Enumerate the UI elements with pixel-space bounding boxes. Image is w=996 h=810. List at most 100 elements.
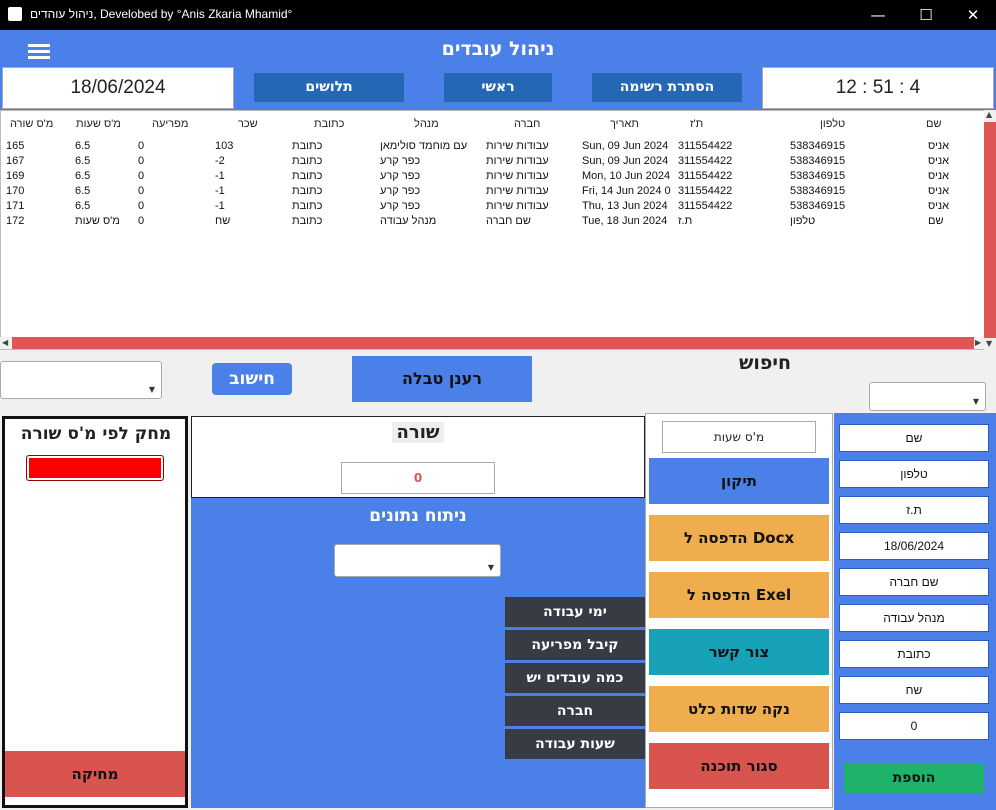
chevron-down-icon: ▼ bbox=[487, 563, 494, 572]
table-cell: 311554422 bbox=[678, 200, 733, 212]
table-column-header[interactable]: ת'ז bbox=[690, 118, 703, 130]
table-cell: 538346915 bbox=[790, 185, 846, 197]
table-cell: מ'ס שעות bbox=[75, 215, 120, 227]
manager-field[interactable]: מנהל עבודה bbox=[837, 602, 991, 634]
close-icon[interactable]: ✕ bbox=[950, 0, 996, 30]
table-cell: 538346915 bbox=[790, 140, 846, 152]
table-cell: Sun, 09 Jun 2024 bbox=[582, 140, 669, 152]
print-docx-button[interactable]: הדפסה ל Docx bbox=[649, 515, 829, 561]
company-button[interactable]: חברה bbox=[505, 696, 645, 726]
table-cell: 311554422 bbox=[678, 170, 733, 182]
table-cell: ת.ז bbox=[678, 215, 693, 227]
date-field[interactable]: 18/06/2024 bbox=[837, 530, 991, 562]
table-cell: אניס bbox=[928, 170, 950, 182]
table-cell: שח bbox=[215, 215, 231, 227]
fix-button[interactable]: תיקון bbox=[649, 458, 829, 504]
row-number-input[interactable]: 0 bbox=[341, 462, 495, 494]
delete-row-input[interactable] bbox=[26, 455, 164, 481]
scroll-down-icon[interactable]: ▼ bbox=[986, 339, 992, 348]
company-field[interactable]: שם חברה bbox=[837, 566, 991, 598]
table-cell: כתובת bbox=[292, 185, 323, 197]
table-cell: -1 bbox=[215, 200, 225, 212]
table-column-header[interactable]: שם bbox=[926, 118, 942, 130]
delete-panel-title: מחק לפי מ'ס שורה bbox=[20, 424, 172, 444]
clear-fields-button[interactable]: נקה שדות כלט bbox=[649, 686, 829, 732]
vertical-scroll-thumb[interactable] bbox=[984, 122, 996, 338]
table-cell: 172 bbox=[6, 215, 25, 227]
table-column-header[interactable]: שכר bbox=[238, 118, 258, 130]
table-cell: כתובת bbox=[292, 200, 323, 212]
analysis-title: ניתוח נתונים bbox=[369, 506, 467, 526]
payslips-button[interactable]: תלושים bbox=[254, 73, 404, 102]
scroll-left-icon[interactable]: ◀ bbox=[2, 338, 8, 347]
scroll-up-icon[interactable]: ▲ bbox=[986, 110, 992, 119]
calculate-button[interactable]: חישוב bbox=[212, 363, 292, 395]
table-cell: עבודות שירות bbox=[486, 155, 549, 167]
address-field[interactable]: כתובת bbox=[837, 638, 991, 670]
table-cell: 0 bbox=[138, 170, 145, 182]
table-cell: 6.5 bbox=[75, 185, 91, 197]
close-app-button[interactable]: סגור תוכנה bbox=[649, 743, 829, 789]
search-select[interactable]: ▼ bbox=[869, 382, 986, 411]
minimize-icon[interactable]: — bbox=[855, 0, 901, 30]
row-label: שורה bbox=[392, 422, 444, 443]
table-cell: כפר קרע bbox=[380, 155, 421, 167]
calc-select[interactable]: ▼ bbox=[0, 361, 162, 399]
current-date: 18/06/2024 bbox=[2, 67, 234, 109]
table-column-header[interactable]: מנהל bbox=[414, 118, 439, 130]
analysis-select[interactable]: ▼ bbox=[334, 544, 501, 577]
table-cell: 0 bbox=[138, 155, 145, 167]
table-cell: אניס bbox=[928, 200, 950, 212]
table-cell: 0 bbox=[138, 215, 145, 227]
table-cell: טלפון bbox=[790, 215, 816, 227]
table-cell: 538346915 bbox=[790, 155, 846, 167]
table-cell: 0 bbox=[138, 185, 145, 197]
work-hours-button[interactable]: שעות עבודה bbox=[505, 729, 645, 759]
table-cell: כתובת bbox=[292, 140, 323, 152]
hide-list-button[interactable]: הסתרת רשימה bbox=[592, 73, 742, 102]
table-column-header[interactable]: מפריעה bbox=[152, 118, 188, 130]
search-label: חיפוש bbox=[738, 352, 792, 374]
table-cell: 169 bbox=[6, 170, 25, 182]
table-cell: Sun, 09 Jun 2024 bbox=[582, 155, 669, 167]
delete-button[interactable]: מחיקה bbox=[5, 751, 185, 797]
app-icon bbox=[8, 7, 22, 21]
table-cell: 311554422 bbox=[678, 155, 733, 167]
scroll-right-icon[interactable]: ▶ bbox=[975, 338, 981, 347]
vertical-scrollbar[interactable]: ▲ ▼ bbox=[984, 110, 996, 350]
bonus-field[interactable]: 0 bbox=[837, 710, 991, 742]
maximize-icon[interactable]: ☐ bbox=[903, 0, 949, 30]
table-column-header[interactable]: מ'ס שורה bbox=[10, 118, 53, 130]
chevron-down-icon: ▼ bbox=[972, 397, 979, 406]
table-column-header[interactable]: כתובת bbox=[314, 118, 344, 130]
contact-button[interactable]: צור קשר bbox=[649, 629, 829, 675]
home-button[interactable]: ראשי bbox=[444, 73, 552, 102]
received-bonus-button[interactable]: קיבל מפריעה bbox=[505, 630, 645, 660]
salary-field[interactable]: שח bbox=[837, 674, 991, 706]
window-title: ניהול עוהדים, Develobed by °Anis Zkaria … bbox=[30, 7, 293, 21]
table-cell: Fri, 14 Jun 2024 0 bbox=[582, 185, 671, 197]
name-field[interactable]: שם bbox=[837, 422, 991, 454]
table-column-header[interactable]: טלפון bbox=[820, 118, 845, 130]
refresh-table-button[interactable]: רענן טבלה bbox=[352, 356, 532, 402]
table-column-header[interactable]: מ'ס שעות bbox=[76, 118, 121, 130]
table-cell: Thu, 13 Jun 2024 bbox=[582, 200, 668, 212]
work-days-button[interactable]: ימי עבודה bbox=[505, 597, 645, 627]
table-column-header[interactable]: תאריך bbox=[610, 118, 639, 130]
employee-count-button[interactable]: כמה עובדים יש bbox=[505, 663, 645, 693]
horizontal-scroll-thumb[interactable] bbox=[12, 337, 974, 349]
table-cell: עבודות שירות bbox=[486, 140, 549, 152]
horizontal-scrollbar[interactable]: ◀ ▶ bbox=[0, 337, 984, 349]
table-cell: שם חברה bbox=[486, 215, 531, 227]
add-button[interactable]: הוספת bbox=[844, 763, 984, 793]
id-field[interactable]: ת.ז bbox=[837, 494, 991, 526]
hamburger-menu-icon[interactable] bbox=[28, 44, 50, 60]
table-cell: 170 bbox=[6, 185, 25, 197]
table-cell: 103 bbox=[215, 140, 234, 152]
print-excel-button[interactable]: הדפסה ל Exel bbox=[649, 572, 829, 618]
hours-field[interactable]: מ'ס שעות bbox=[662, 421, 816, 453]
chevron-down-icon: ▼ bbox=[148, 385, 155, 394]
table-column-header[interactable]: חברה bbox=[514, 118, 540, 130]
table-cell: 311554422 bbox=[678, 140, 733, 152]
phone-field[interactable]: טלפון bbox=[837, 458, 991, 490]
